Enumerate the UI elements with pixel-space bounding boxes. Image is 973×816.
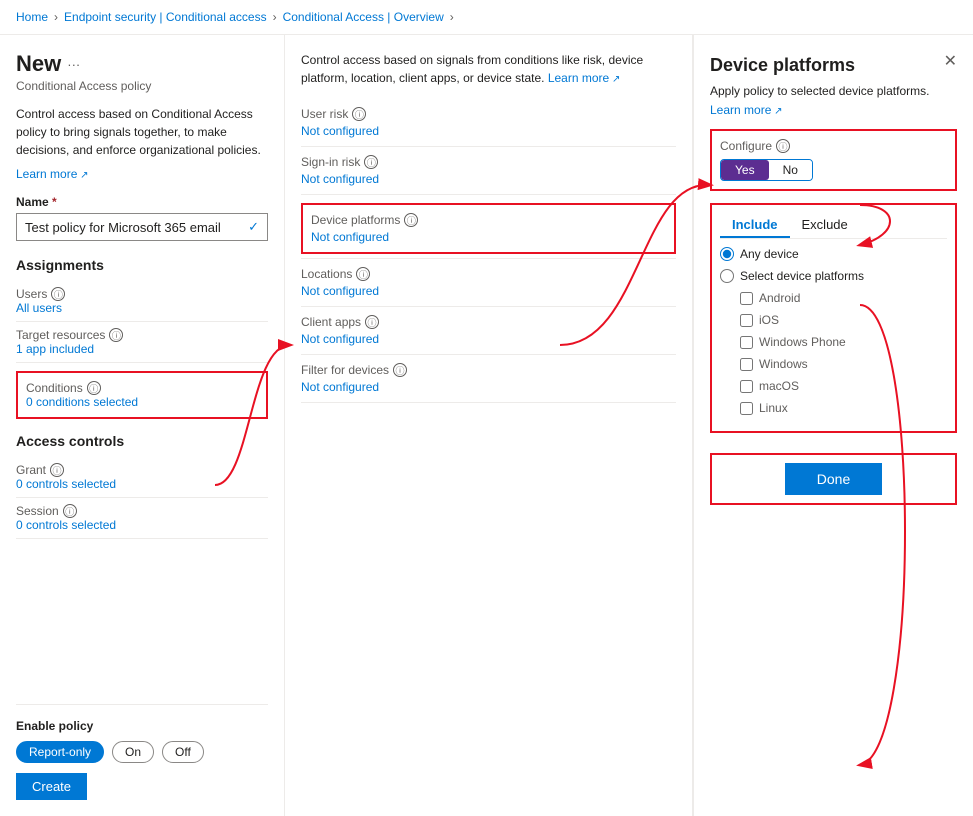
client-apps-row: Client apps ⓘ Not configured bbox=[301, 307, 676, 355]
configure-section: Configure ⓘ Yes No bbox=[710, 129, 957, 191]
windows-phone-checkbox[interactable] bbox=[740, 336, 753, 349]
include-tab[interactable]: Include bbox=[720, 213, 790, 238]
tab-row: Include Exclude bbox=[720, 213, 947, 239]
name-label: Name bbox=[16, 195, 268, 209]
grant-item: Grant ⓘ 0 controls selected bbox=[16, 457, 268, 498]
panel-description: Apply policy to selected device platform… bbox=[710, 84, 957, 98]
breadcrumb-conditional[interactable]: Conditional Access | Overview bbox=[283, 10, 444, 24]
users-item: Users ⓘ All users bbox=[16, 281, 268, 322]
users-info-icon[interactable]: ⓘ bbox=[51, 287, 65, 301]
target-value[interactable]: 1 app included bbox=[16, 342, 268, 356]
middle-learn-more-link[interactable]: Learn more bbox=[548, 71, 621, 85]
middle-description: Control access based on signals from con… bbox=[301, 51, 676, 87]
filter-devices-row: Filter for devices ⓘ Not configured bbox=[301, 355, 676, 403]
middle-panel: Control access based on signals from con… bbox=[285, 35, 693, 816]
configure-toggle: Yes No bbox=[720, 159, 813, 181]
target-info-icon[interactable]: ⓘ bbox=[109, 328, 123, 342]
linux-checkbox[interactable] bbox=[740, 402, 753, 415]
left-description: Control access based on Conditional Acce… bbox=[16, 105, 268, 159]
configure-label: Configure ⓘ bbox=[720, 139, 947, 153]
any-device-radio[interactable] bbox=[720, 247, 734, 261]
enable-policy-section: Enable policy Report-only On Off Create bbox=[16, 704, 268, 800]
windows-phone-option: Windows Phone bbox=[740, 335, 947, 349]
grant-value[interactable]: 0 controls selected bbox=[16, 477, 268, 491]
device-platforms-value[interactable]: Not configured bbox=[311, 230, 666, 244]
client-apps-info-icon[interactable]: ⓘ bbox=[365, 315, 379, 329]
session-item: Session ⓘ 0 controls selected bbox=[16, 498, 268, 539]
target-resources-item: Target resources ⓘ 1 app included bbox=[16, 322, 268, 363]
user-risk-value[interactable]: Not configured bbox=[301, 124, 676, 138]
page-subtitle: Conditional Access policy bbox=[16, 79, 268, 93]
ios-option: iOS bbox=[740, 313, 947, 327]
breadcrumb: Home › Endpoint security | Conditional a… bbox=[0, 0, 973, 35]
session-value[interactable]: 0 controls selected bbox=[16, 518, 268, 532]
sign-in-risk-info-icon[interactable]: ⓘ bbox=[364, 155, 378, 169]
users-value[interactable]: All users bbox=[16, 301, 268, 315]
done-section: Done bbox=[710, 453, 957, 505]
linux-option: Linux bbox=[740, 401, 947, 415]
locations-info-icon[interactable]: ⓘ bbox=[356, 267, 370, 281]
page-title: New ··· bbox=[16, 51, 268, 77]
any-device-option: Any device bbox=[720, 247, 947, 261]
device-platforms-row: Device platforms ⓘ Not configured bbox=[301, 195, 676, 259]
configure-info-icon[interactable]: ⓘ bbox=[776, 139, 790, 153]
device-platforms-panel: Device platforms ✕ Apply policy to selec… bbox=[693, 35, 973, 816]
toggle-yes-button[interactable]: Yes bbox=[721, 160, 769, 180]
device-platforms-box: Device platforms ⓘ Not configured bbox=[301, 203, 676, 254]
include-exclude-section: Include Exclude Any device Select device… bbox=[710, 203, 957, 433]
left-learn-more-link[interactable]: Learn more bbox=[16, 167, 268, 181]
off-btn[interactable]: Off bbox=[162, 741, 204, 763]
panel-title: Device platforms bbox=[710, 55, 855, 76]
assignments-title: Assignments bbox=[16, 257, 268, 273]
create-button[interactable]: Create bbox=[16, 773, 87, 800]
sign-in-risk-row: Sign-in risk ⓘ Not configured bbox=[301, 147, 676, 195]
left-panel: New ··· Conditional Access policy Contro… bbox=[0, 35, 285, 816]
assignments-section: Assignments Users ⓘ All users Target res… bbox=[16, 257, 268, 419]
access-controls-section: Access controls Grant ⓘ 0 controls selec… bbox=[16, 433, 268, 539]
sign-in-risk-value[interactable]: Not configured bbox=[301, 172, 676, 186]
select-platforms-option: Select device platforms bbox=[720, 269, 947, 283]
done-button[interactable]: Done bbox=[785, 463, 882, 495]
access-controls-title: Access controls bbox=[16, 433, 268, 449]
android-option: Android bbox=[740, 291, 947, 305]
user-risk-row: User risk ⓘ Not configured bbox=[301, 99, 676, 147]
client-apps-value[interactable]: Not configured bbox=[301, 332, 676, 346]
windows-checkbox[interactable] bbox=[740, 358, 753, 371]
name-input[interactable]: Test policy for Microsoft 365 email ✓ bbox=[16, 213, 268, 241]
panel-close-button[interactable]: ✕ bbox=[944, 51, 957, 71]
platform-options: Android iOS Windows Phone Windows macOS bbox=[740, 291, 947, 415]
conditions-box: Conditions ⓘ 0 conditions selected bbox=[16, 371, 268, 419]
filter-devices-value[interactable]: Not configured bbox=[301, 380, 676, 394]
exclude-tab[interactable]: Exclude bbox=[790, 213, 860, 238]
enable-policy-label: Enable policy bbox=[16, 719, 268, 733]
conditions-info-icon[interactable]: ⓘ bbox=[87, 381, 101, 395]
device-platforms-info-icon[interactable]: ⓘ bbox=[404, 213, 418, 227]
android-checkbox[interactable] bbox=[740, 292, 753, 305]
select-platforms-radio[interactable] bbox=[720, 269, 734, 283]
session-info-icon[interactable]: ⓘ bbox=[63, 504, 77, 518]
windows-option: Windows bbox=[740, 357, 947, 371]
breadcrumb-endpoint[interactable]: Endpoint security | Conditional access bbox=[64, 10, 267, 24]
grant-info-icon[interactable]: ⓘ bbox=[50, 463, 64, 477]
policy-radio-group: Report-only On Off bbox=[16, 741, 268, 763]
breadcrumb-home[interactable]: Home bbox=[16, 10, 48, 24]
user-risk-info-icon[interactable]: ⓘ bbox=[352, 107, 366, 121]
ios-checkbox[interactable] bbox=[740, 314, 753, 327]
locations-row: Locations ⓘ Not configured bbox=[301, 259, 676, 307]
conditions-value[interactable]: 0 conditions selected bbox=[26, 395, 258, 409]
locations-value[interactable]: Not configured bbox=[301, 284, 676, 298]
macos-checkbox[interactable] bbox=[740, 380, 753, 393]
on-btn[interactable]: On bbox=[112, 741, 154, 763]
panel-learn-more-link[interactable]: Learn more bbox=[710, 103, 783, 117]
toggle-no-button[interactable]: No bbox=[769, 160, 812, 180]
report-only-btn[interactable]: Report-only bbox=[16, 741, 104, 763]
macos-option: macOS bbox=[740, 379, 947, 393]
filter-devices-info-icon[interactable]: ⓘ bbox=[393, 363, 407, 377]
